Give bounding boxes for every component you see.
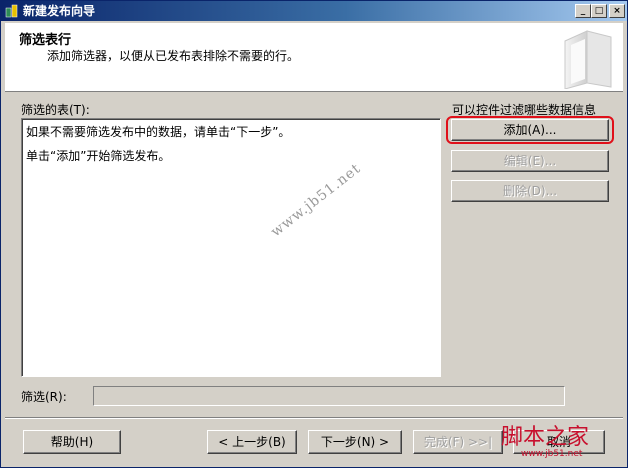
page-title: 筛选表行 <box>19 33 72 48</box>
wizard-app-icon <box>5 4 18 18</box>
filter-label: 筛选(R): <box>21 390 67 404</box>
filter-statement-field[interactable] <box>93 386 565 406</box>
add-button-highlight <box>446 116 614 144</box>
corner-watermark: 脚本之家 <box>501 425 590 450</box>
filtered-tables-label: 筛选的表(T): <box>21 103 90 117</box>
corner-watermark-url: www.jb51.net <box>521 449 583 459</box>
wizard-header: 筛选表行 添加筛选器，以便从已发布表排除不需要的行。 <box>5 23 623 92</box>
edit-filter-button[interactable]: 编辑(E)... <box>451 150 609 172</box>
back-button[interactable]: < 上一步(B) <box>207 430 297 454</box>
help-button[interactable]: 帮助(H) <box>23 430 121 454</box>
wizard-window: 新建发布向导 _ □ × 筛选表行 添加筛选器，以便从已发布表排除不需要的行。 … <box>0 0 628 468</box>
list-item: 单击“添加”开始筛选发布。 <box>26 149 171 163</box>
close-button[interactable]: × <box>609 4 625 18</box>
list-item: 如果不需要筛选发布中的数据，请单击“下一步”。 <box>26 125 291 139</box>
minimize-button[interactable]: _ <box>575 4 591 18</box>
wizard-book-icon <box>564 30 612 89</box>
delete-filter-button[interactable]: 删除(D)... <box>451 180 609 202</box>
finish-button[interactable]: 完成(F) >>| <box>413 430 503 454</box>
filtered-tables-listbox[interactable]: 如果不需要筛选发布中的数据，请单击“下一步”。 单击“添加”开始筛选发布。 <box>21 118 441 377</box>
page-subtitle: 添加筛选器，以便从已发布表排除不需要的行。 <box>47 49 300 63</box>
maximize-button[interactable]: □ <box>591 4 607 18</box>
next-button[interactable]: 下一步(N) > <box>308 430 402 454</box>
title-bar[interactable]: 新建发布向导 _ □ × <box>1 1 627 21</box>
window-title: 新建发布向导 <box>23 4 96 18</box>
